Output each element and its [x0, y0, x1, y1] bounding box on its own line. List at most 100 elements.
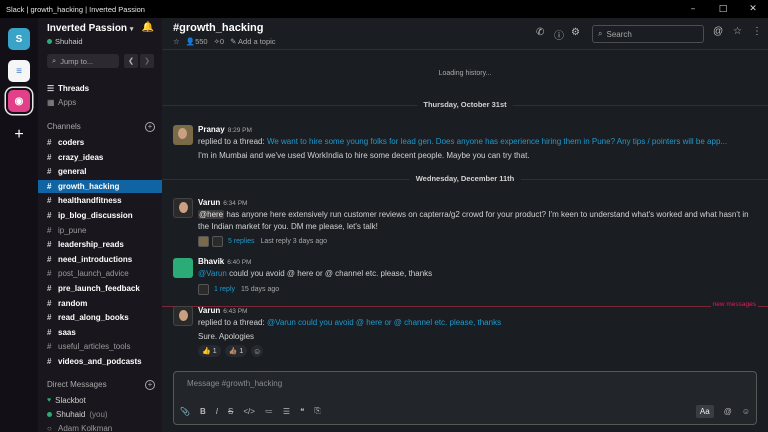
add-reaction-icon[interactable]: ☺ [251, 345, 264, 357]
history-forward-button[interactable]: ❯ [140, 54, 154, 68]
thread-link[interactable]: @Varun could you avoid @ here or @ chann… [267, 318, 501, 327]
workspace-switcher-2[interactable]: ≡ [8, 60, 30, 82]
pinned-count[interactable]: ✧0 [214, 37, 224, 46]
star-icon[interactable]: ☆ [733, 26, 742, 37]
sidebar-item-label: ip_pune [58, 225, 87, 235]
sidebar-item-channel[interactable]: # read_along_books [38, 311, 162, 324]
star-icon[interactable]: ☆ [173, 37, 180, 46]
hash-icon: # [47, 357, 52, 366]
message-author[interactable]: Pranay 8:29 PM [198, 125, 252, 134]
sidebar-item-channel[interactable]: # leadership_reads [38, 238, 162, 251]
hash-icon: # [47, 327, 52, 337]
attach-icon[interactable]: 📎 [180, 407, 190, 416]
code-icon[interactable]: </> [243, 407, 255, 416]
ordered-list-icon[interactable]: ≔ [265, 407, 273, 416]
strikethrough-icon[interactable]: S [228, 407, 233, 416]
hash-icon: # [47, 167, 52, 177]
emoji-icon[interactable]: ☺ [742, 407, 750, 416]
reaction-thumbs-up-tone[interactable]: 👍🏽 1 [224, 345, 248, 357]
channel-title[interactable]: #growth_hacking [173, 22, 263, 34]
close-button[interactable]: ✕ [738, 4, 768, 14]
quote-icon[interactable]: ❝ [300, 407, 304, 416]
sidebar-item-channel[interactable]: # useful_articles_tools [38, 340, 162, 353]
avatar[interactable] [173, 306, 193, 326]
workspace-switcher-inverted-passion[interactable]: S [8, 28, 30, 50]
hash-icon: # [47, 298, 52, 308]
workspace-switcher-3[interactable]: ◉ [8, 90, 30, 112]
dm-item-slackbot[interactable]: ♥ Slackbot [38, 394, 162, 407]
search-box[interactable]: ⌕ Search [592, 25, 704, 43]
add-dm-icon[interactable]: + [145, 380, 155, 390]
bold-icon[interactable]: B [200, 407, 206, 416]
message-time[interactable]: 6:43 PM [223, 308, 247, 315]
jump-to-button[interactable]: ⌕ Jump to... [47, 54, 119, 68]
more-icon[interactable]: ⋮ [752, 26, 762, 37]
sidebar-item-apps[interactable]: ▦ Apps [38, 96, 162, 109]
code-block-icon[interactable]: ⎘ [314, 406, 320, 416]
sidebar-item-label: healthandfitness [58, 196, 122, 206]
sidebar-item-label: random [58, 298, 88, 308]
sidebar-item-channel[interactable]: # growth_hacking [38, 179, 162, 193]
message-time[interactable]: 6:34 PM [223, 200, 247, 207]
sidebar-item-channel[interactable]: # need_introductions [38, 253, 162, 266]
sidebar-item-threads[interactable]: ☰ Threads [38, 82, 162, 95]
sidebar-item-label: need_introductions [58, 254, 133, 264]
avatar[interactable] [173, 198, 193, 218]
member-count[interactable]: 👤550 [186, 37, 208, 46]
mention[interactable]: @here [198, 210, 225, 219]
add-topic-link[interactable]: ✎ Add a topic [230, 37, 276, 46]
avatar[interactable] [173, 125, 193, 145]
avatar[interactable] [173, 258, 193, 278]
sidebar-item-channel[interactable]: # crazy_ideas [38, 151, 162, 164]
history-back-button[interactable]: ❮ [124, 54, 138, 68]
message-input[interactable]: Message #growth_hacking [187, 379, 282, 388]
message-composer[interactable]: Message #growth_hacking 📎 B I S </> ≔ ☰ … [173, 371, 757, 425]
dm-item-adam[interactable]: ○ Adam Kolkman [38, 422, 162, 432]
sidebar-item-label: leadership_reads [58, 240, 124, 250]
direct-messages-heading[interactable]: Direct Messages [47, 380, 107, 390]
sidebar-item-channel[interactable]: # ip_pune [38, 224, 162, 237]
maximize-button[interactable]: □ [708, 4, 738, 14]
message-text: I'm in Mumbai and we've used WorkIndia t… [198, 151, 530, 160]
dm-item-self[interactable]: Shuhaid (you) [38, 408, 162, 421]
avatar-face [179, 202, 188, 213]
gear-icon[interactable]: ⚙ [571, 27, 580, 38]
add-workspace-button[interactable]: + [8, 124, 30, 146]
format-toggle-button[interactable]: Aa [695, 404, 714, 418]
sidebar-item-channel[interactable]: # healthandfitness [38, 194, 162, 207]
thread-summary[interactable]: 5 replies Last reply 3 days ago [198, 236, 327, 247]
sidebar-item-channel[interactable]: # videos_and_podcasts [38, 355, 162, 368]
italic-icon[interactable]: I [216, 407, 218, 416]
reply-context: replied to a thread: We want to hire som… [198, 136, 758, 148]
at-icon[interactable]: @ [724, 407, 732, 416]
message-author[interactable]: Bhavik 6:40 PM [198, 257, 251, 266]
bullet-list-icon[interactable]: ☰ [283, 407, 290, 416]
sidebar-item-channel[interactable]: # coders [38, 136, 162, 149]
reply-count[interactable]: 1 reply [214, 286, 235, 293]
sidebar-item-channel[interactable]: # post_launch_advice [38, 267, 162, 280]
message-author[interactable]: Varun 6:43 PM [198, 306, 247, 315]
message-time[interactable]: 6:40 PM [227, 259, 251, 266]
at-icon[interactable]: @ [713, 26, 723, 37]
thumbs-up-icon: 👍🏽 [228, 348, 238, 355]
bell-icon[interactable]: 🔔 [142, 22, 154, 33]
sidebar-item-channel[interactable]: # ip_blog_discussion [38, 209, 162, 222]
sidebar-item-channel[interactable]: # saas [38, 326, 162, 339]
reply-prefix: replied to a thread: [198, 318, 265, 327]
add-channel-icon[interactable]: + [145, 122, 155, 132]
info-icon[interactable]: ⓘ [554, 27, 564, 42]
mention[interactable]: @Varun [198, 269, 227, 278]
message-author[interactable]: Varun 6:34 PM [198, 198, 247, 207]
message-time[interactable]: 8:29 PM [228, 127, 252, 134]
thread-summary[interactable]: 1 reply 15 days ago [198, 284, 279, 295]
team-menu[interactable]: Inverted Passion ▾ [47, 23, 133, 34]
sidebar-item-channel[interactable]: # general [38, 165, 162, 178]
sidebar-item-channel[interactable]: # pre_launch_feedback [38, 282, 162, 295]
sidebar-item-channel[interactable]: # random [38, 297, 162, 310]
minimize-button[interactable]: – [678, 4, 708, 14]
channels-heading[interactable]: Channels [47, 122, 81, 132]
reaction-thumbs-up[interactable]: 👍 1 [198, 345, 221, 357]
phone-icon[interactable]: ✆ [536, 27, 544, 38]
reply-count[interactable]: 5 replies [228, 238, 254, 245]
thread-link[interactable]: We want to hire some young folks for lea… [267, 137, 727, 146]
